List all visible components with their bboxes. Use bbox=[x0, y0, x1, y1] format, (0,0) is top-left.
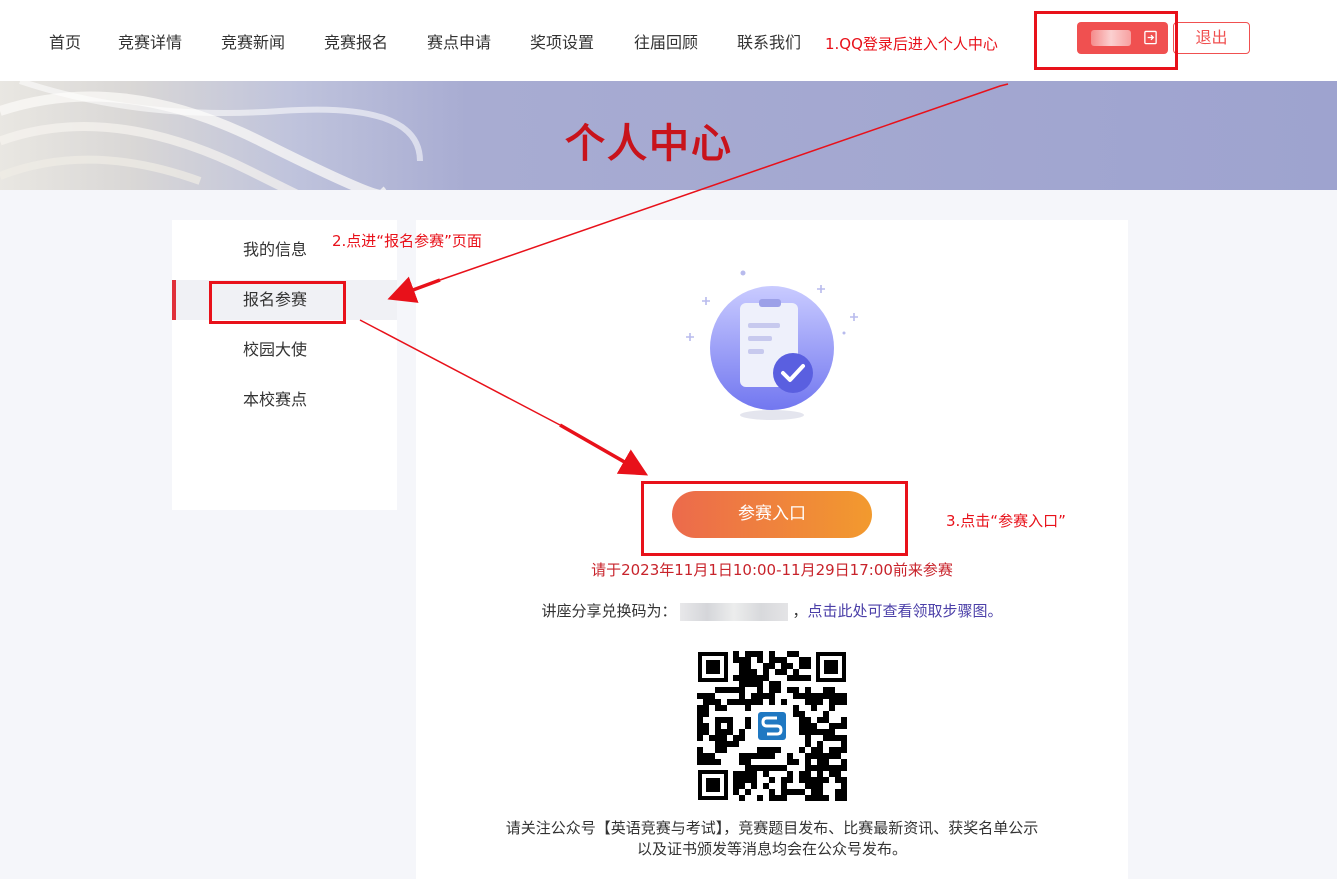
login-icon bbox=[1144, 30, 1157, 45]
main-panel: 参赛入口 请于2023年11月1日10:00-11月29日17:00前来参赛 讲… bbox=[416, 220, 1128, 879]
annotation-step-3: 3.点击“参赛入口” bbox=[946, 512, 1066, 530]
sidebar-item-campus-ambassador[interactable]: 校园大使 bbox=[172, 330, 397, 370]
page: 首页 竞赛详情 竞赛新闻 竞赛报名 赛点申请 奖项设置 往届回顾 联系我们 1.… bbox=[0, 0, 1337, 879]
user-center-button[interactable] bbox=[1077, 22, 1168, 54]
nav-item-competition-news[interactable]: 竞赛新闻 bbox=[221, 29, 285, 53]
banner: 个人中心 bbox=[0, 81, 1337, 190]
annotation-step-1: 1.QQ登录后进入个人中心 bbox=[825, 35, 998, 53]
redeem-code-redacted bbox=[680, 602, 789, 621]
nav-item-home[interactable]: 首页 bbox=[49, 29, 81, 53]
nav-item-registration[interactable]: 竞赛报名 bbox=[324, 29, 388, 53]
redeem-code-label: 讲座分享兑换码为： bbox=[541, 602, 677, 620]
user-name-redacted bbox=[1091, 30, 1131, 46]
clipboard-check-icon bbox=[686, 270, 858, 420]
nav-item-awards[interactable]: 奖项设置 bbox=[530, 29, 594, 53]
qr-code bbox=[697, 651, 847, 801]
follow-note-line-1: 请关注公众号【英语竞赛与考试】，竞赛题目发布、比赛最新资讯、获奖名单公示 bbox=[505, 819, 1039, 837]
page-title: 个人中心 bbox=[565, 121, 733, 167]
competition-time-note: 请于2023年11月1日10:00-11月29日17:00前来参赛 bbox=[591, 561, 953, 579]
top-navigation: 首页 竞赛详情 竞赛新闻 竞赛报名 赛点申请 奖项设置 往届回顾 联系我们 1.… bbox=[0, 0, 1337, 81]
nav-item-competition-details[interactable]: 竞赛详情 bbox=[118, 29, 182, 53]
nav-item-venue-application[interactable]: 赛点申请 bbox=[427, 29, 491, 53]
nav-item-past-review[interactable]: 往届回顾 bbox=[634, 29, 698, 53]
redeem-code-separator: ， bbox=[792, 602, 808, 620]
redeem-steps-link[interactable]: 点击此处可查看领取步骤图。 bbox=[808, 602, 1003, 620]
nav-item-contact[interactable]: 联系我们 bbox=[737, 29, 801, 53]
redeem-code-line: 讲座分享兑换码为： ，点击此处可查看领取步骤图。 bbox=[416, 600, 1128, 621]
competition-entry-button[interactable]: 参赛入口 bbox=[672, 491, 872, 538]
follow-account-note: 请关注公众号【英语竞赛与考试】，竞赛题目发布、比赛最新资讯、获奖名单公示 以及证… bbox=[416, 818, 1128, 860]
annotation-step-2: 2.点进“报名参赛”页面 bbox=[332, 232, 482, 250]
sidebar-item-school-venue[interactable]: 本校赛点 bbox=[172, 380, 397, 420]
follow-note-line-2: 以及证书颁发等消息均会在公众号发布。 bbox=[636, 840, 907, 858]
sidebar: 我的信息 报名参赛 校园大使 本校赛点 bbox=[172, 220, 397, 510]
sidebar-item-register[interactable]: 报名参赛 bbox=[172, 280, 397, 320]
logout-button[interactable]: 退出 bbox=[1173, 22, 1250, 54]
